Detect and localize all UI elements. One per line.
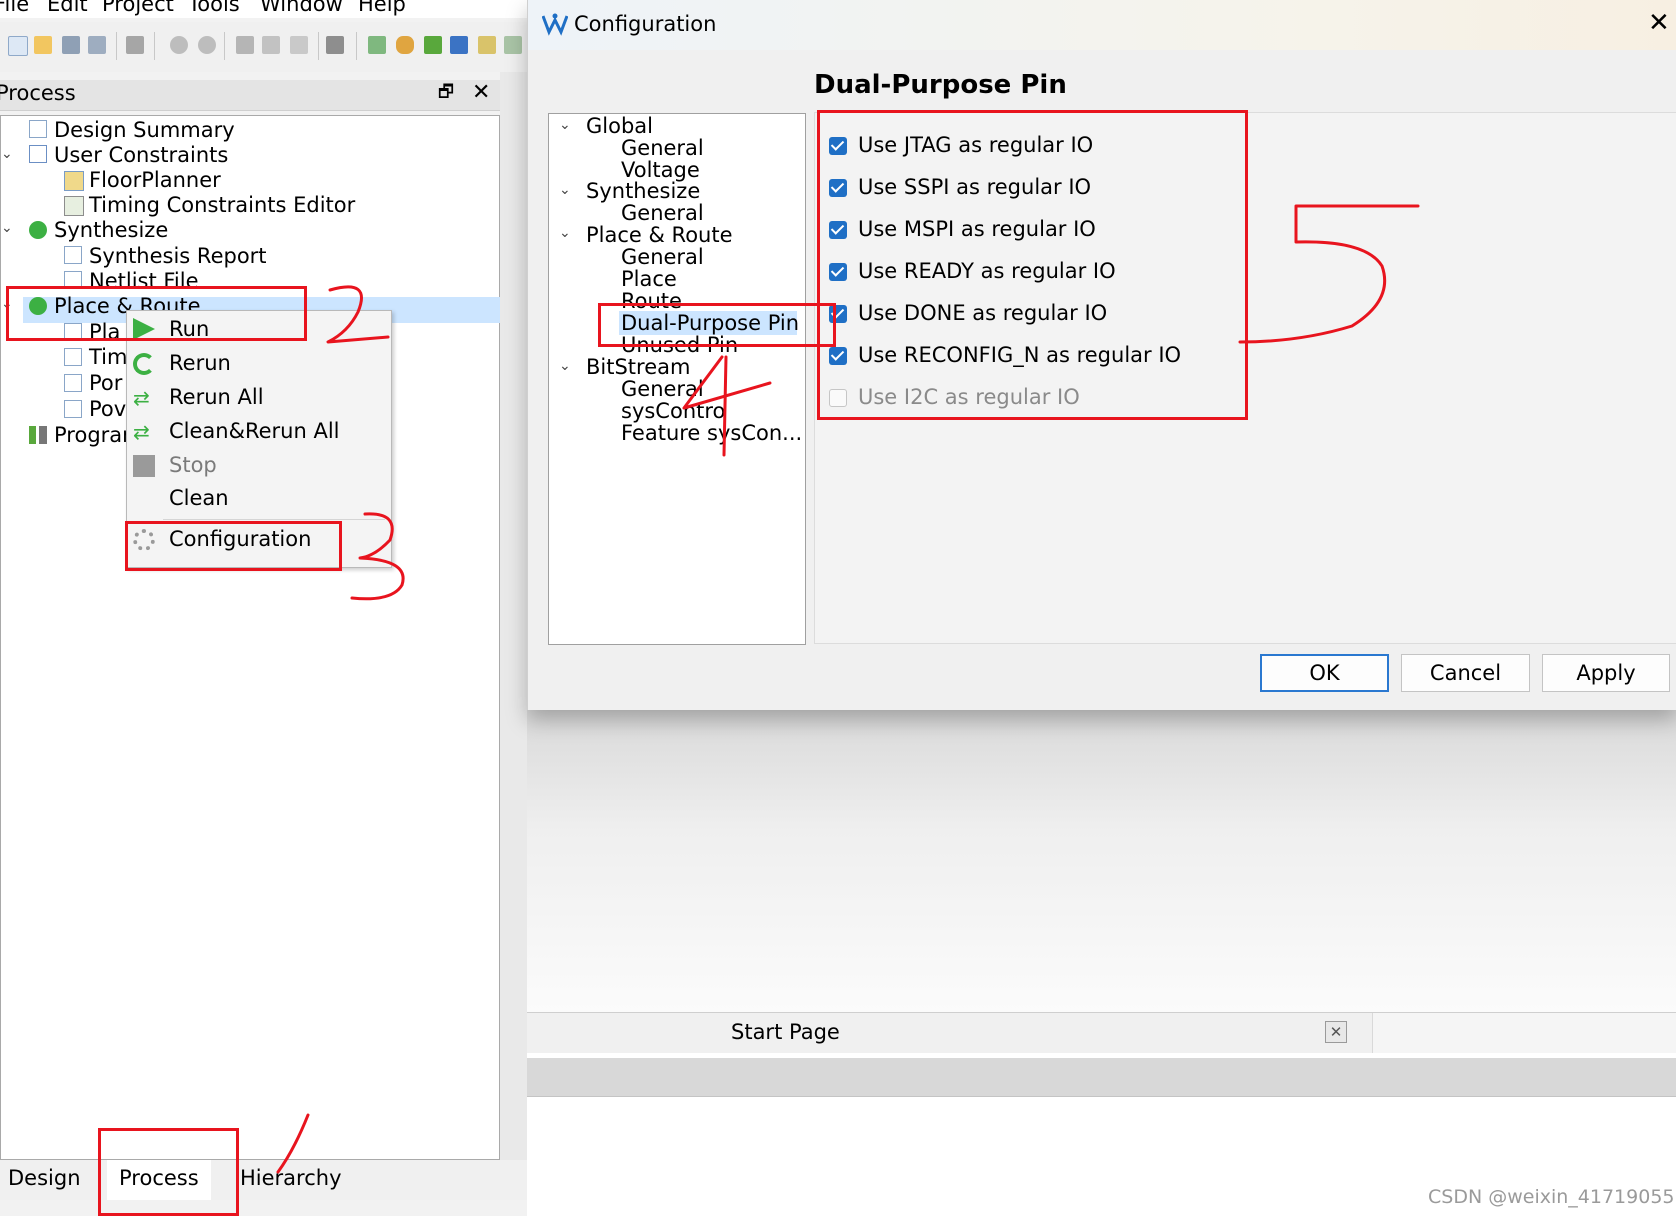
annotation-number-3: [350, 512, 405, 601]
annotation-number-1: [276, 1113, 310, 1174]
annotation-number-5: [1238, 204, 1420, 344]
annotation-number-2: [326, 285, 390, 344]
annotation-number-4b: [722, 355, 728, 457]
handwritten-annotations: [276, 204, 1420, 1174]
